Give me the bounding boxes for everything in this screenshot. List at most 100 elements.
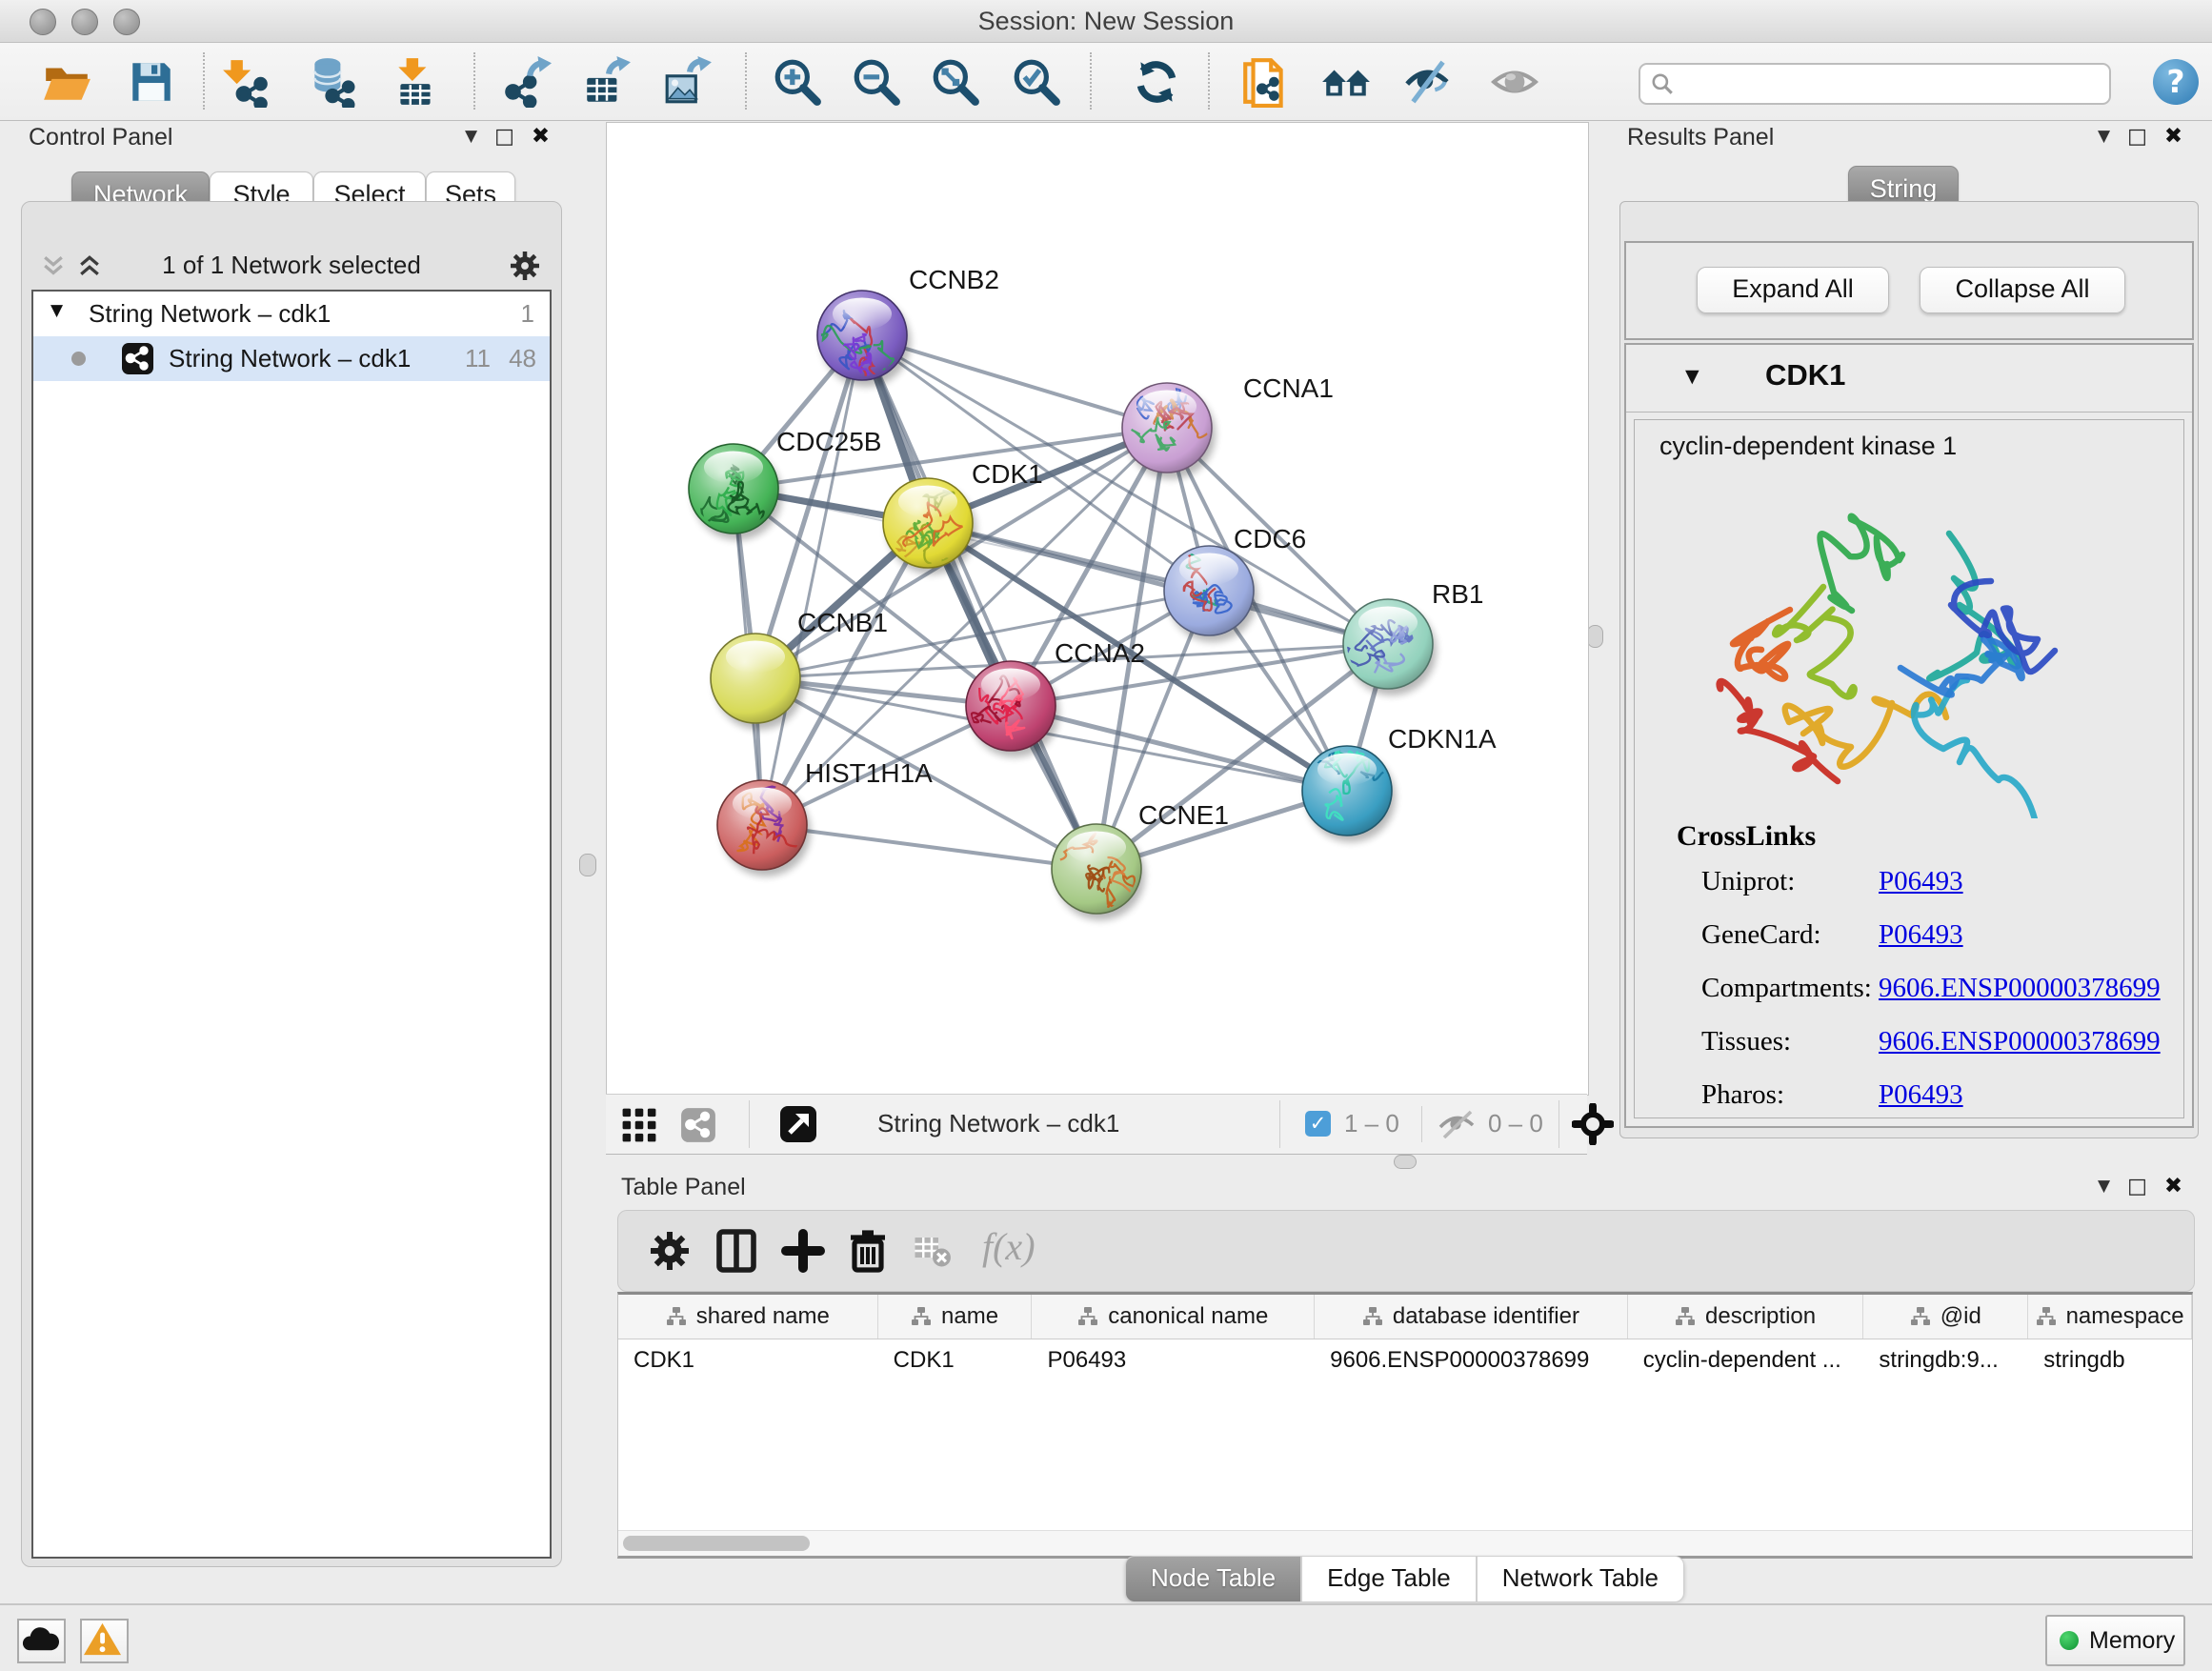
save-session-button[interactable] bbox=[126, 56, 177, 108]
disclosure-triangle-icon[interactable]: ▼ bbox=[50, 301, 63, 320]
table-cell[interactable]: 9606.ENSP00000378699 bbox=[1315, 1339, 1628, 1381]
import-network-button[interactable] bbox=[221, 56, 272, 108]
table-cell[interactable]: CDK1 bbox=[618, 1339, 878, 1381]
expand-all-button[interactable]: Expand All bbox=[1697, 267, 1889, 313]
column-header-shared-name[interactable]: shared name bbox=[618, 1295, 878, 1339]
tree-root-row[interactable]: ▼ String Network – cdk1 1 bbox=[33, 292, 550, 336]
network-node-CCNA2[interactable] bbox=[966, 661, 1059, 757]
network-selected-status: 1 of 1 Network selected bbox=[31, 251, 552, 280]
tab-edge-table[interactable]: Edge Table bbox=[1301, 1556, 1477, 1602]
table-options-gear-icon[interactable] bbox=[647, 1228, 693, 1274]
table-cell[interactable]: cyclin-dependent ... bbox=[1628, 1339, 1864, 1381]
crosslinks-section: CrossLinks Uniprot:P06493GeneCard:P06493… bbox=[1677, 820, 2161, 1133]
network-edge-CDK1-RB1[interactable] bbox=[928, 523, 1388, 644]
panel-menu-icon[interactable]: ▼ bbox=[2098, 127, 2110, 146]
panel-close-icon[interactable]: ✖ bbox=[2164, 124, 2182, 149]
network-list-toolbar: 1 of 1 Network selected bbox=[31, 244, 552, 288]
protein-card-header[interactable]: ▼ CDK1 bbox=[1626, 345, 2192, 413]
node-label-CDK1: CDK1 bbox=[972, 459, 1043, 489]
cloud-status-button[interactable] bbox=[17, 1619, 66, 1663]
tab-node-table[interactable]: Node Table bbox=[1125, 1556, 1301, 1602]
zoom-fit-button[interactable] bbox=[930, 56, 981, 108]
scrollbar-thumb[interactable] bbox=[623, 1536, 810, 1551]
crosslink-link[interactable]: 9606.ENSP00000378699 bbox=[1879, 1026, 2161, 1057]
panel-close-icon[interactable]: ✖ bbox=[2164, 1174, 2182, 1198]
network-node-CCNE1[interactable] bbox=[1052, 824, 1145, 920]
warning-status-button[interactable] bbox=[80, 1619, 129, 1663]
table-cell[interactable]: stringdb bbox=[2028, 1339, 2192, 1381]
column-header-database-identifier[interactable]: database identifier bbox=[1315, 1295, 1628, 1339]
search-input[interactable] bbox=[1639, 63, 2111, 105]
collapse-all-button[interactable]: Collapse All bbox=[1920, 267, 2125, 313]
table-cell[interactable]: CDK1 bbox=[878, 1339, 1033, 1381]
protein-structure-image bbox=[1687, 475, 2125, 818]
crosslink-link[interactable]: 9606.ENSP00000378699 bbox=[1879, 973, 2161, 1003]
memory-status-icon bbox=[2060, 1631, 2079, 1650]
open-session-button[interactable] bbox=[41, 56, 92, 108]
network-canvas[interactable]: CCNB2CCNA1CDC25BCDK1CDC6RB1CCNB1CCNA2CDK… bbox=[606, 122, 1589, 1096]
network-edge-CCNB2-HIST1H1A[interactable] bbox=[762, 335, 862, 825]
birdseye-view-icon[interactable] bbox=[779, 1105, 817, 1143]
tab-network-table[interactable]: Network Table bbox=[1477, 1556, 1684, 1602]
table-cell[interactable]: P06493 bbox=[1032, 1339, 1315, 1381]
column-header-description[interactable]: description bbox=[1628, 1295, 1864, 1339]
network-from-selection-button[interactable] bbox=[1239, 56, 1291, 108]
network-view-mode-icon[interactable] bbox=[680, 1107, 716, 1143]
apply-layout-button[interactable] bbox=[1131, 56, 1182, 108]
network-edge-HIST1H1A-CCNE1[interactable] bbox=[762, 825, 1096, 869]
splitter-handle-left[interactable] bbox=[579, 854, 596, 876]
network-node-CDC25B[interactable] bbox=[689, 444, 782, 540]
panel-menu-icon[interactable]: ▼ bbox=[465, 127, 477, 146]
show-all-button-disabled[interactable] bbox=[1489, 56, 1540, 108]
node-label-CCNB2: CCNB2 bbox=[909, 265, 999, 294]
column-header-name[interactable]: name bbox=[878, 1295, 1033, 1339]
network-edge-CCNB2-CCNE1[interactable] bbox=[862, 335, 1096, 869]
panel-float-icon[interactable]: □ bbox=[2127, 125, 2147, 149]
panel-close-icon[interactable]: ✖ bbox=[532, 124, 550, 149]
panel-float-icon[interactable]: □ bbox=[494, 125, 514, 149]
network-node-CCNB2[interactable] bbox=[811, 291, 911, 389]
panel-float-icon[interactable]: □ bbox=[2127, 1175, 2147, 1198]
table-horizontal-scrollbar[interactable] bbox=[618, 1530, 2192, 1556]
column-header--id[interactable]: @id bbox=[1863, 1295, 2028, 1339]
export-image-button[interactable] bbox=[662, 56, 714, 108]
grid-view-icon[interactable] bbox=[621, 1107, 657, 1143]
network-node-CCNA1[interactable] bbox=[1122, 383, 1216, 479]
table-row[interactable]: CDK1CDK1P064939606.ENSP00000378699cyclin… bbox=[618, 1339, 2192, 1381]
tree-network-row-selected[interactable]: String Network – cdk1 11 48 bbox=[33, 336, 550, 381]
crosslink-link[interactable]: P06493 bbox=[1879, 1079, 1963, 1110]
results-panel-window-icons: ▼ □ ✖ bbox=[2098, 124, 2182, 149]
help-button[interactable]: ? bbox=[2153, 59, 2199, 105]
export-network-button[interactable] bbox=[500, 56, 552, 108]
hide-selected-button[interactable] bbox=[1401, 56, 1453, 108]
column-header-canonical-name[interactable]: canonical name bbox=[1032, 1295, 1315, 1339]
table-cell[interactable]: stringdb:9... bbox=[1863, 1339, 2028, 1381]
zoom-in-button[interactable] bbox=[772, 56, 823, 108]
delete-column-icon[interactable] bbox=[845, 1228, 891, 1274]
import-table-button[interactable] bbox=[391, 56, 442, 108]
section-disclosure-icon[interactable]: ▼ bbox=[1685, 366, 1699, 387]
zoom-out-button[interactable] bbox=[851, 56, 902, 108]
column-attribute-icon bbox=[911, 1306, 932, 1327]
crosslink-link[interactable]: P06493 bbox=[1879, 919, 1963, 950]
crosslink-link[interactable]: P06493 bbox=[1879, 866, 1963, 896]
selected-nodes-checkbox[interactable]: ✓ bbox=[1305, 1111, 1331, 1137]
memory-button[interactable]: Memory bbox=[2045, 1615, 2185, 1666]
import-database-button[interactable] bbox=[306, 56, 357, 108]
network-node-RB1[interactable] bbox=[1340, 599, 1437, 695]
network-node-HIST1H1A[interactable] bbox=[717, 780, 811, 876]
network-node-CDKN1A[interactable] bbox=[1302, 743, 1396, 842]
column-header-label: description bbox=[1705, 1303, 1816, 1330]
splitter-handle-bottom[interactable] bbox=[1394, 1155, 1417, 1169]
export-table-button[interactable] bbox=[581, 56, 633, 108]
panel-menu-icon[interactable]: ▼ bbox=[2098, 1177, 2110, 1196]
network-options-gear-icon[interactable] bbox=[508, 249, 542, 283]
add-column-icon[interactable] bbox=[780, 1228, 826, 1274]
string-home-button[interactable] bbox=[1320, 56, 1372, 108]
toolbar-separator bbox=[1090, 52, 1092, 110]
column-header-namespace[interactable]: namespace bbox=[2028, 1295, 2192, 1339]
search-field[interactable] bbox=[1682, 67, 2105, 99]
zoom-selected-button[interactable] bbox=[1011, 56, 1062, 108]
table-panel-title: Table Panel bbox=[621, 1174, 746, 1201]
show-columns-icon[interactable] bbox=[714, 1228, 759, 1274]
